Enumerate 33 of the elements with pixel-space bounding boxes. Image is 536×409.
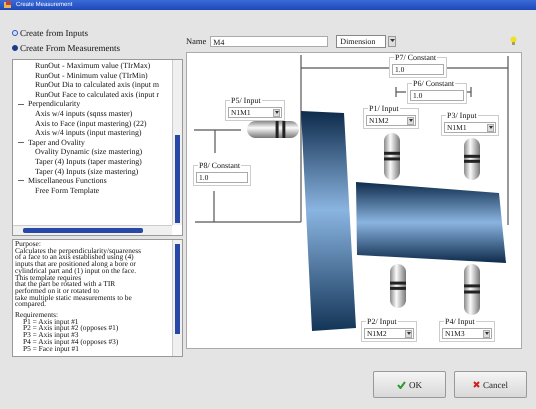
caret-icon: [390, 39, 395, 43]
parameter-label: P5/ Input: [230, 96, 262, 105]
radio-label[interactable]: Create from Inputs: [20, 28, 88, 38]
caret-icon: [274, 111, 278, 114]
field-label: Name: [186, 36, 206, 46]
radio-button[interactable]: [12, 45, 18, 51]
caret-icon: [484, 332, 488, 335]
radio-button[interactable]: [12, 30, 18, 36]
cancel-button[interactable]: Cancel: [454, 371, 527, 398]
name-field[interactable]: M4: [210, 36, 328, 46]
probe-drawing: [384, 133, 400, 180]
parameter-label: P8/ Constant: [198, 161, 242, 170]
parameter-label: P1/ Input: [368, 104, 400, 113]
parameter-label: P3/ Input: [446, 111, 478, 120]
scrollbar[interactable]: [172, 60, 182, 225]
radio-label[interactable]: Create From Measurements: [20, 43, 120, 53]
probe-drawing: [464, 264, 480, 315]
probe-drawing: [464, 138, 480, 180]
caret-icon: [406, 332, 410, 335]
probe-drawing: [390, 264, 406, 308]
caret-icon: [488, 126, 492, 129]
parameter-label: P4/ Input: [444, 317, 476, 326]
checkmark-icon: [397, 380, 406, 388]
close-icon: [473, 381, 480, 388]
scrollbar[interactable]: [13, 225, 172, 235]
scrollbar[interactable]: [172, 240, 182, 356]
parameter-label: P6/ Constant: [412, 79, 456, 88]
app-icon: [4, 1, 12, 9]
parameter-label: P7/ Constant: [394, 53, 438, 62]
ok-button[interactable]: OK: [373, 371, 446, 398]
caret-icon: [408, 119, 412, 122]
parameter-label: P2/ Input: [366, 317, 398, 326]
probe-drawing: [247, 121, 299, 138]
